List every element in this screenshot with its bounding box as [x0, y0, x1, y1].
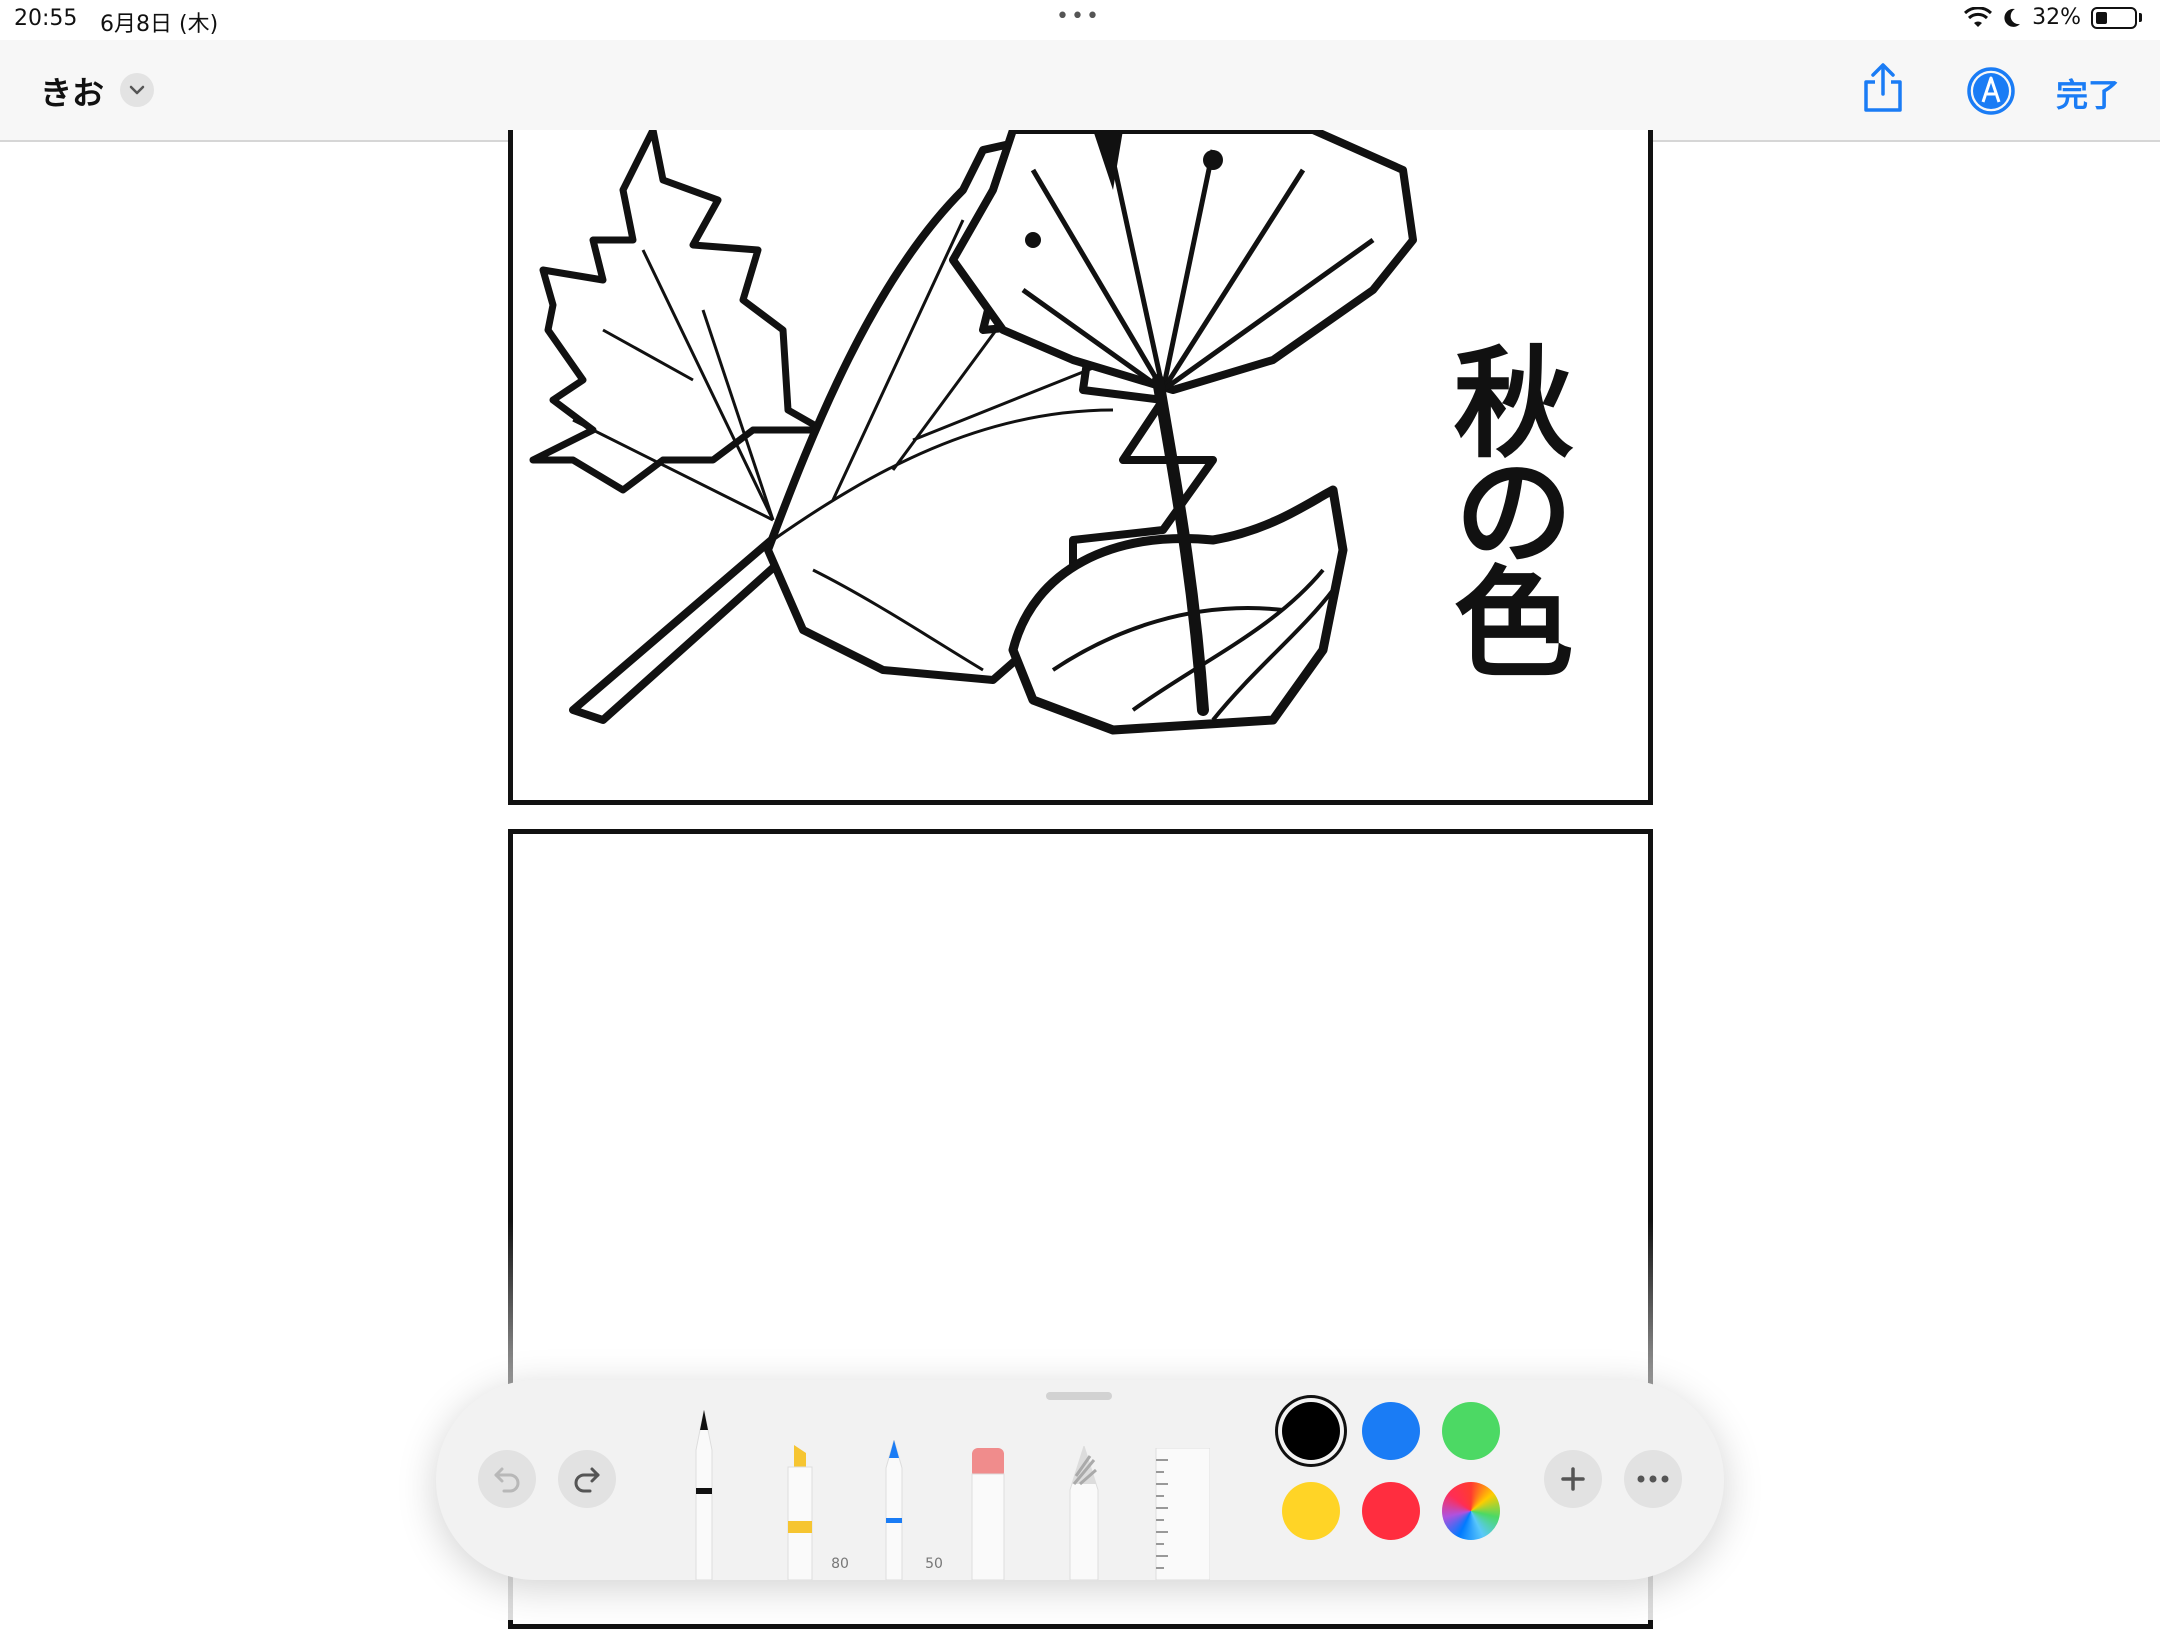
color-black-swatch[interactable]: [1282, 1402, 1340, 1460]
pen-tool[interactable]: [684, 1409, 724, 1581]
done-button[interactable]: 完了: [2056, 70, 2120, 116]
pencil-icon: [885, 1438, 903, 1581]
drawing-tool-palette: 80 50: [436, 1380, 1724, 1581]
note-title[interactable]: きお: [40, 68, 104, 114]
redo-icon: [574, 1467, 600, 1493]
multitasking-dots-icon[interactable]: •••: [1056, 4, 1101, 29]
redo-button[interactable]: [558, 1450, 616, 1508]
status-bar: 20:55 6月8日 (木) ••• 32%: [0, 0, 2160, 40]
eraser-icon: [971, 1448, 1005, 1581]
plus-icon: [1561, 1467, 1585, 1491]
markup-pen-icon[interactable]: [1966, 66, 2016, 116]
add-tool-button[interactable]: [1544, 1450, 1602, 1508]
battery-tip: [2139, 13, 2142, 22]
lasso-tool[interactable]: [1064, 1444, 1104, 1581]
eraser-tool[interactable]: [968, 1448, 1008, 1581]
undo-icon: [494, 1467, 520, 1493]
status-date: 6月8日 (木): [100, 12, 219, 37]
lasso-icon: [1069, 1444, 1099, 1581]
battery-icon: [2091, 6, 2137, 29]
undo-button[interactable]: [478, 1450, 536, 1508]
ruler-tool[interactable]: [1154, 1447, 1211, 1581]
color-blue-swatch[interactable]: [1362, 1402, 1420, 1460]
title-menu-button[interactable]: [120, 73, 154, 107]
navigation-bar: きお 完了: [0, 40, 2160, 142]
highlighter-tool[interactable]: 80: [780, 1445, 849, 1581]
status-indicators: 32%: [1964, 5, 2142, 30]
color-green-swatch[interactable]: [1442, 1402, 1500, 1460]
maple-leaf: [529, 130, 827, 494]
pencil-size-label: 50: [925, 1556, 943, 1572]
pencil-tool[interactable]: 50: [874, 1438, 943, 1581]
highlighter-size-label: 80: [831, 1556, 849, 1572]
drawing-panel-top[interactable]: 秋の色: [508, 130, 1653, 805]
color-wheel-icon[interactable]: [1442, 1482, 1500, 1540]
color-red-swatch[interactable]: [1362, 1482, 1420, 1540]
ruler-icon: [1155, 1447, 1211, 1581]
chevron-down-icon: [129, 85, 145, 95]
maple-stem: [569, 526, 797, 724]
color-yellow-swatch[interactable]: [1282, 1482, 1340, 1540]
highlighter-icon: [787, 1445, 813, 1581]
share-icon[interactable]: [1860, 62, 1906, 114]
more-options-button[interactable]: [1624, 1450, 1682, 1508]
moon-icon: [2004, 8, 2021, 27]
ellipsis-icon: [1637, 1475, 1669, 1483]
battery-percentage: 32%: [2032, 5, 2081, 30]
palette-grabber[interactable]: [1046, 1392, 1112, 1400]
battery-level: [2096, 11, 2108, 24]
calligraphy-title: 秋の色: [1433, 340, 1574, 676]
pen-icon: [695, 1409, 713, 1581]
status-time: 20:55: [14, 6, 78, 31]
autumn-leaves-drawing: 秋の色: [529, 130, 1574, 735]
wifi-icon: [1964, 6, 1993, 27]
